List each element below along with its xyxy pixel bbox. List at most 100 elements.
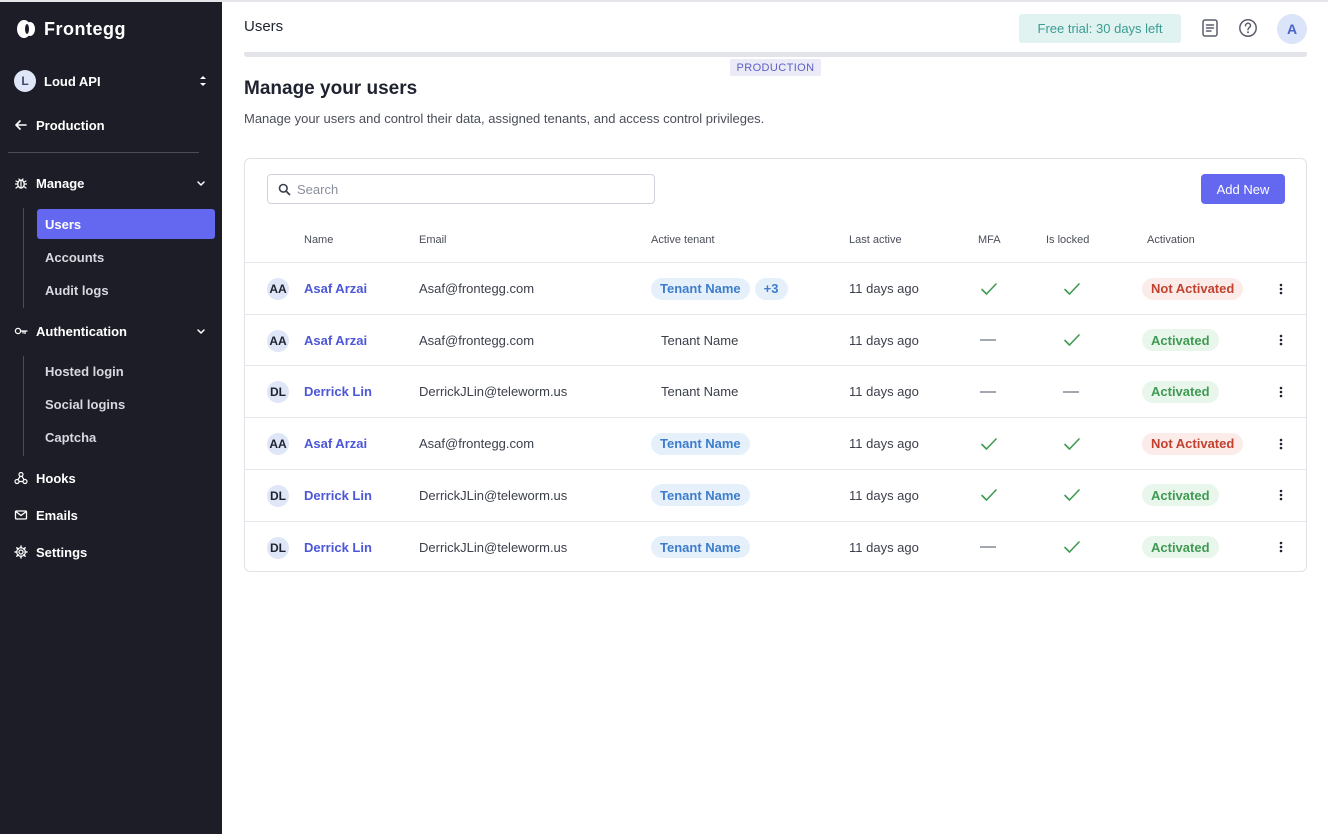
- sidebar-item-audit-logs[interactable]: Audit logs: [37, 275, 215, 305]
- more-tenants-chip[interactable]: +3: [754, 277, 788, 300]
- tenant-chip[interactable]: Tenant Name: [651, 484, 750, 507]
- user-name-link[interactable]: Asaf Arzai: [304, 281, 367, 296]
- user-name-link[interactable]: Derrick Lin: [304, 540, 372, 555]
- more-options-icon[interactable]: [1274, 437, 1288, 451]
- sidebar-item-emails[interactable]: Emails: [14, 504, 208, 526]
- sidebar-item-settings[interactable]: Settings: [14, 541, 208, 563]
- more-options-icon[interactable]: [1274, 488, 1288, 502]
- add-new-button[interactable]: Add New: [1201, 174, 1285, 204]
- sidebar-item-label: Settings: [36, 544, 88, 560]
- user-name-link[interactable]: Derrick Lin: [304, 384, 372, 399]
- key-icon: [14, 327, 28, 335]
- table-row[interactable]: DL Derrick Lin DerrickJLin@teleworm.us Tena…: [245, 520, 1306, 573]
- user-avatar[interactable]: A: [1277, 14, 1307, 44]
- activation-status-badge: Activated: [1142, 536, 1219, 558]
- more-options-icon[interactable]: [1274, 333, 1288, 347]
- page-title: Manage your users: [244, 78, 418, 99]
- chevron-down-icon: [197, 329, 205, 334]
- active-tenant-cell: Tenant Name: [651, 470, 755, 521]
- search-icon: [278, 183, 291, 195]
- column-header-email[interactable]: Email: [419, 234, 447, 246]
- brand[interactable]: Frontegg: [16, 16, 126, 42]
- tenant-text: Tenant Name: [661, 332, 739, 348]
- sidebar-divider: [8, 152, 199, 153]
- sort-updown-icon: [200, 76, 206, 86]
- check-icon: [1064, 334, 1080, 346]
- back-link-label: Production: [36, 117, 105, 133]
- active-tenant-cell: Tenant Name: [651, 522, 755, 573]
- user-name-link[interactable]: Asaf Arzai: [304, 436, 367, 451]
- column-header-mfa[interactable]: MFA: [978, 234, 1001, 246]
- column-header-is-locked[interactable]: Is locked: [1046, 234, 1089, 246]
- dash-icon: [980, 390, 996, 393]
- tenant-chip[interactable]: Tenant Name: [651, 536, 750, 558]
- more-options-icon[interactable]: [1274, 540, 1288, 554]
- active-tenant-cell: Tenant Name: [651, 418, 755, 469]
- environment-bar: [244, 52, 1307, 57]
- mfa-cell: [980, 470, 998, 521]
- column-header-last-active[interactable]: Last active: [849, 234, 902, 246]
- user-email: Asaf@frontegg.com: [419, 332, 535, 348]
- sidebar-item-hooks[interactable]: Hooks: [14, 467, 208, 489]
- avatar: AA: [267, 278, 289, 300]
- avatar: AA: [267, 329, 289, 352]
- dash-icon: [980, 546, 996, 548]
- search-box[interactable]: [267, 174, 655, 204]
- column-header-name[interactable]: Name: [304, 234, 333, 246]
- activation-status-badge: Not Activated: [1142, 432, 1244, 455]
- table-row[interactable]: AA Asaf Arzai Asaf@frontegg.com Tenant Name…: [245, 313, 1306, 366]
- bug-icon: [14, 178, 28, 189]
- table-row[interactable]: DL Derrick Lin DerrickJLin@teleworm.us Tena…: [245, 365, 1306, 417]
- users-table-card: Add New Name Email Active tenant Last ac…: [244, 158, 1307, 572]
- nav-group-manage[interactable]: Manage: [14, 172, 208, 194]
- sidebar-item-label: Hooks: [36, 470, 76, 486]
- avatar: AA: [267, 433, 289, 456]
- webhook-icon: [14, 471, 28, 485]
- user-name-link[interactable]: Asaf Arzai: [304, 333, 367, 348]
- tenant-chip[interactable]: Tenant Name: [651, 277, 750, 300]
- nav-subtree-line: [23, 208, 24, 308]
- sidebar-item-social-logins[interactable]: Social logins: [37, 389, 215, 419]
- sidebar-item-captcha[interactable]: Captcha: [37, 422, 215, 452]
- sidebar-item-accounts[interactable]: Accounts: [37, 242, 215, 272]
- check-icon: [1064, 437, 1080, 450]
- help-icon[interactable]: [1238, 18, 1258, 38]
- last-active: 11 days ago: [849, 332, 919, 348]
- sidebar: Frontegg L Loud API Production Manage Us…: [0, 2, 222, 834]
- nav-subtree-line: [23, 356, 24, 456]
- more-options-icon[interactable]: [1274, 282, 1288, 296]
- sidebar-item-label: Emails: [36, 507, 78, 523]
- column-header-activation[interactable]: Activation: [1147, 234, 1195, 246]
- user-email: Asaf@frontegg.com: [419, 436, 535, 452]
- tenant-chip[interactable]: Tenant Name: [651, 432, 750, 455]
- environment-selector[interactable]: L Loud API: [14, 69, 208, 93]
- table-row[interactable]: AA Asaf Arzai Asaf@frontegg.com Tenant Name…: [245, 417, 1306, 469]
- is-locked-cell: [1063, 470, 1081, 521]
- table-row[interactable]: AA Asaf Arzai Asaf@frontegg.com Tenant Name…: [245, 262, 1306, 314]
- check-icon: [981, 489, 997, 502]
- nav-group-authentication[interactable]: Authentication: [14, 320, 208, 342]
- column-header-active-tenant[interactable]: Active tenant: [651, 234, 715, 246]
- back-to-production-link[interactable]: Production: [14, 115, 105, 135]
- mfa-cell: [980, 366, 996, 417]
- is-locked-cell: [1063, 315, 1081, 366]
- sidebar-item-hosted-login[interactable]: Hosted login: [37, 356, 215, 386]
- last-active: 11 days ago: [849, 487, 919, 503]
- gear-icon: [14, 545, 28, 559]
- sidebar-item-users[interactable]: Users: [37, 209, 215, 239]
- free-trial-badge[interactable]: Free trial: 30 days left: [1019, 14, 1181, 43]
- avatar: DL: [267, 484, 289, 507]
- mail-icon: [14, 510, 28, 520]
- avatar: DL: [267, 381, 289, 404]
- check-icon: [981, 437, 997, 450]
- activation-status-badge: Activated: [1142, 484, 1219, 507]
- dash-icon: [1063, 390, 1079, 393]
- search-input[interactable]: [297, 181, 637, 197]
- docs-icon[interactable]: [1200, 18, 1220, 38]
- table-row[interactable]: DL Derrick Lin DerrickJLin@teleworm.us Tena…: [245, 468, 1306, 521]
- mfa-cell: [980, 263, 998, 314]
- mfa-cell: [980, 315, 996, 366]
- more-options-icon[interactable]: [1274, 385, 1288, 399]
- environment-avatar: L: [14, 70, 36, 92]
- user-name-link[interactable]: Derrick Lin: [304, 488, 372, 503]
